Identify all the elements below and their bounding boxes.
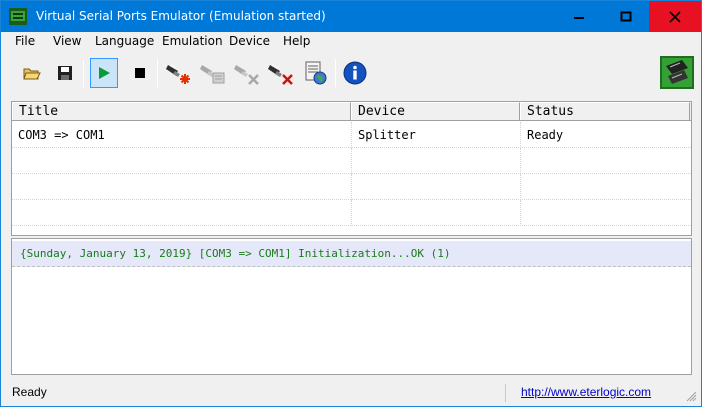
close-button[interactable] xyxy=(649,1,701,32)
create-device-icon xyxy=(166,64,190,84)
menu-emulation[interactable]: Emulation xyxy=(162,34,223,48)
cell-title: COM3 => COM1 xyxy=(12,122,352,148)
menu-language[interactable]: Language xyxy=(95,34,154,48)
column-header-device[interactable]: Device xyxy=(351,102,520,120)
cell-empty xyxy=(352,174,521,200)
log-entry: {Sunday, January 13, 2019} [COM3 => COM1… xyxy=(12,241,691,267)
window-title: Virtual Serial Ports Emulator (Emulation… xyxy=(36,9,326,23)
status-bar: Ready http://www.eterlogic.com xyxy=(1,381,701,406)
ports-list[interactable]: Title Device Status COM3 => COM1 Splitte… xyxy=(11,101,692,236)
disable-device-icon xyxy=(234,65,259,85)
column-header-title[interactable]: Title xyxy=(12,102,351,120)
network-settings-button[interactable] xyxy=(302,58,330,88)
toolbar-separator xyxy=(335,59,336,87)
table-row xyxy=(12,200,691,226)
minimize-icon xyxy=(574,16,584,19)
column-header-status[interactable]: Status xyxy=(520,102,690,120)
about-info-icon xyxy=(343,61,367,85)
open-button[interactable] xyxy=(18,58,46,88)
minimize-button[interactable] xyxy=(556,1,602,32)
toolbar-separator xyxy=(157,59,158,87)
app-logo-icon xyxy=(660,56,694,89)
save-button[interactable] xyxy=(51,58,79,88)
app-icon xyxy=(9,8,27,25)
menu-bar: File View Language Emulation Device Help xyxy=(1,32,701,51)
title-bar[interactable]: Virtual Serial Ports Emulator (Emulation… xyxy=(1,1,701,32)
table-row xyxy=(12,174,691,200)
cell-empty xyxy=(352,148,521,174)
start-emulation-icon xyxy=(99,67,110,79)
cell-empty xyxy=(12,174,352,200)
resize-grip-icon[interactable] xyxy=(685,390,697,402)
maximize-icon xyxy=(620,11,632,21)
toolbar-separator xyxy=(83,59,84,87)
maximize-button[interactable] xyxy=(603,1,649,32)
app-window: Virtual Serial Ports Emulator (Emulation… xyxy=(0,0,702,407)
toolbar xyxy=(1,51,701,95)
close-icon xyxy=(669,10,681,23)
menu-help[interactable]: Help xyxy=(283,34,310,48)
disable-device-button[interactable] xyxy=(233,58,261,88)
open-icon xyxy=(23,68,41,80)
delete-device-icon xyxy=(268,64,293,85)
ports-list-header: Title Device Status xyxy=(12,102,691,121)
table-row xyxy=(12,148,691,174)
log-panel[interactable]: {Sunday, January 13, 2019} [COM3 => COM1… xyxy=(11,238,692,375)
status-text: Ready xyxy=(12,385,47,399)
start-emulation-button[interactable] xyxy=(90,58,118,88)
website-link[interactable]: http://www.eterlogic.com xyxy=(521,385,651,399)
menu-view[interactable]: View xyxy=(53,34,81,48)
cell-empty xyxy=(352,200,521,226)
cell-device: Splitter xyxy=(352,122,521,148)
stop-emulation-button[interactable] xyxy=(126,58,154,88)
table-row[interactable]: COM3 => COM1 Splitter Ready xyxy=(12,122,691,148)
cell-status: Ready xyxy=(527,128,564,142)
status-separator xyxy=(505,384,506,402)
delete-device-button[interactable] xyxy=(267,58,295,88)
menu-device[interactable]: Device xyxy=(229,34,270,48)
menu-file[interactable]: File xyxy=(15,34,35,48)
cell-empty xyxy=(12,148,352,174)
about-info-button[interactable] xyxy=(341,58,369,88)
create-device-button[interactable] xyxy=(165,58,193,88)
save-icon xyxy=(58,66,72,80)
edit-device-icon xyxy=(200,65,225,84)
cell-empty xyxy=(12,200,352,226)
network-settings-icon xyxy=(305,61,327,85)
stop-emulation-icon xyxy=(135,68,145,78)
edit-device-button[interactable] xyxy=(199,58,227,88)
